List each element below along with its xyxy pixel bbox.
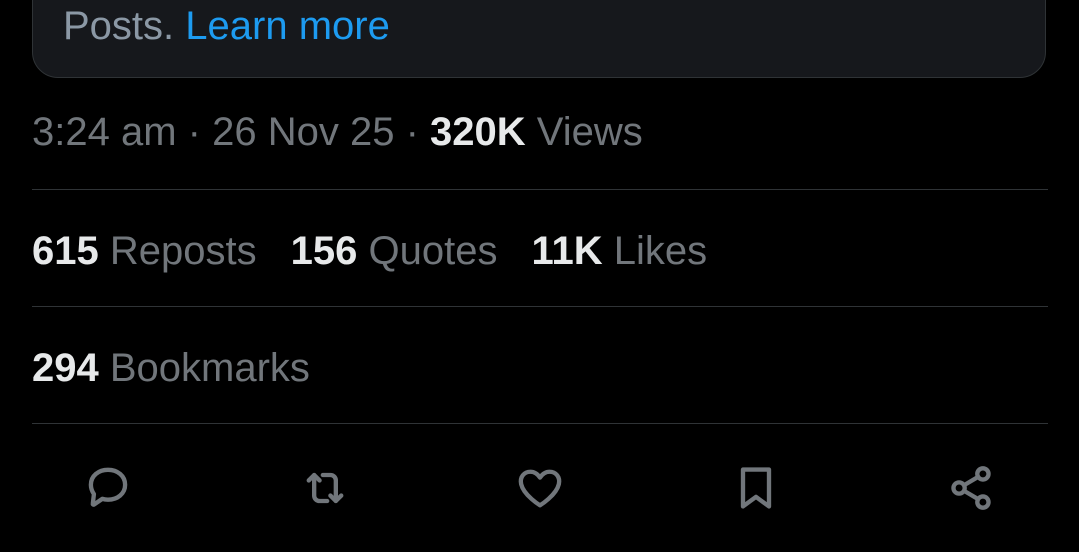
like-button[interactable] <box>512 460 568 516</box>
bookmarks-count: 294 <box>32 346 99 390</box>
post-actions <box>0 452 1079 524</box>
reposts-label: Reposts <box>109 229 257 273</box>
divider <box>32 189 1048 190</box>
meta-separator: · <box>187 110 201 154</box>
post-time[interactable]: 3:24 am <box>32 110 177 154</box>
quotes-label: Quotes <box>368 229 498 273</box>
engagement-stats: 615 Reposts 156 Quotes 11K Likes <box>32 222 707 280</box>
quotes-stat[interactable]: 156 Quotes <box>291 222 498 280</box>
divider <box>32 306 1048 307</box>
post-date[interactable]: 26 Nov 25 <box>212 110 394 154</box>
quotes-count: 156 <box>290 229 358 273</box>
learn-more-link[interactable]: Learn more <box>185 4 390 48</box>
share-icon <box>951 466 991 510</box>
notice-card: Posts. Learn more <box>32 0 1046 78</box>
reply-button[interactable] <box>80 460 136 516</box>
likes-stat[interactable]: 11K Likes <box>531 222 707 280</box>
bookmarks-stat[interactable]: 294 Bookmarks <box>32 339 310 397</box>
divider <box>32 423 1048 424</box>
post-meta: 3:24 am · 26 Nov 25 · 320K Views <box>32 104 643 160</box>
likes-count: 11K <box>531 229 603 273</box>
likes-label: Likes <box>613 229 708 273</box>
bookmark-button[interactable] <box>728 460 784 516</box>
reposts-stat[interactable]: 615 Reposts <box>32 222 257 280</box>
repost-button[interactable] <box>297 460 353 516</box>
reply-icon <box>88 467 128 507</box>
repost-icon <box>306 472 344 504</box>
reposts-count: 615 <box>32 229 99 273</box>
bookmark-icon <box>740 467 772 509</box>
bookmarks-label: Bookmarks <box>109 346 310 390</box>
meta-separator: · <box>405 110 419 154</box>
views-label: Views <box>536 110 643 154</box>
notice-body: Posts. <box>63 4 175 48</box>
views-count: 320K <box>430 110 526 154</box>
notice-text: Posts. Learn more <box>63 1 390 51</box>
share-button[interactable] <box>943 460 999 516</box>
heart-icon <box>518 469 562 508</box>
